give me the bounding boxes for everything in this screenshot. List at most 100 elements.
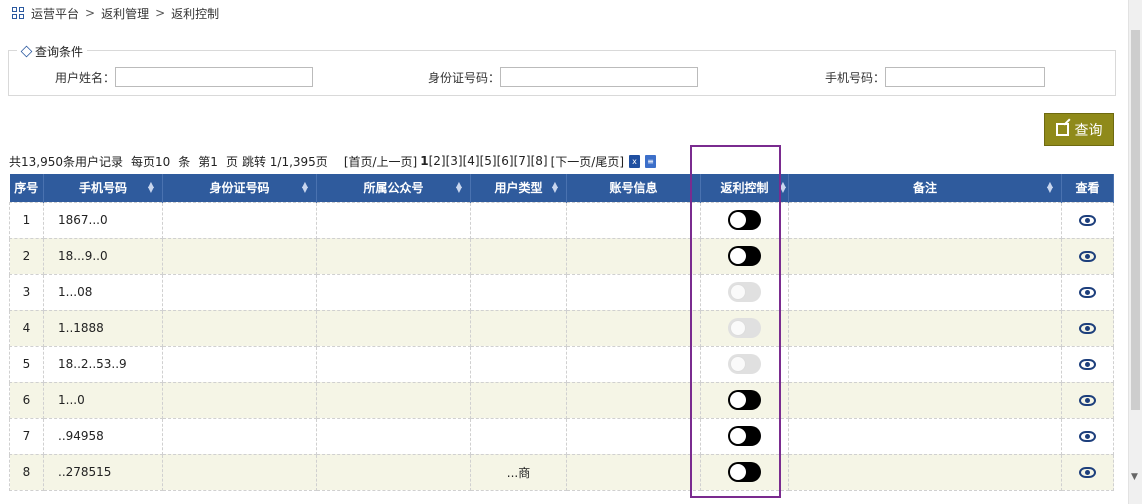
cell-note (788, 309, 1062, 347)
pager-next-last-link[interactable]: [下一页/尾页] (551, 153, 624, 170)
cell-phone: 18..2..53..9 (43, 345, 163, 383)
pager-per-page[interactable]: 每页10 (131, 153, 170, 170)
header-id-card[interactable]: 身份证号码 ▲ ▼ (162, 174, 317, 202)
id-card-label: 身份证号码： (427, 70, 500, 85)
breadcrumb-item-platform[interactable]: 运营平台 (31, 5, 79, 22)
cell-note (788, 273, 1062, 311)
pager-page-unit: 页 (225, 154, 238, 169)
scroll-down-icon[interactable]: ▼ (1131, 472, 1138, 482)
header-id-card-label: 身份证号码 (209, 181, 270, 196)
cell-id-card (162, 453, 317, 491)
cell-view (1061, 453, 1114, 491)
sort-icon[interactable]: ▲ ▼ (302, 181, 308, 194)
pager-jump[interactable]: 跳转 1/1,395页 (242, 153, 328, 170)
cell-no: 8 (9, 453, 44, 491)
pager-page-link[interactable]: 1 (420, 154, 428, 168)
cell-id-card (162, 273, 317, 311)
sort-icon[interactable]: ▲ ▼ (552, 181, 558, 194)
user-table: 序号 手机号码 ▲ ▼ 身份证号码 ▲ ▼ 所属公众号 ▲ ▼ 用户类型 ▲ ▼ 账号信息 返利… (9, 174, 1114, 491)
header-no: 序号 (9, 174, 44, 202)
header-user-type[interactable]: 用户类型 ▲ ▼ (470, 174, 567, 202)
vertical-scrollbar[interactable]: ▼ (1128, 0, 1142, 504)
cell-account-info[interactable] (566, 453, 701, 491)
query-legend-label: 查询条件 (35, 45, 84, 59)
header-view: 查看 (1061, 174, 1114, 202)
cell-note (788, 237, 1062, 275)
eye-icon[interactable] (1079, 431, 1096, 442)
cell-id-card (162, 201, 317, 239)
pager-total: 共13,950条用户记录 (9, 154, 123, 169)
scrollbar-thumb[interactable] (1131, 30, 1140, 410)
sort-icon[interactable]: ▲ ▼ (1047, 181, 1053, 194)
username-input[interactable] (115, 67, 313, 87)
cell-account-info[interactable] (566, 201, 701, 239)
sort-icon[interactable]: ▲ ▼ (456, 181, 462, 194)
eye-icon[interactable] (1079, 395, 1096, 406)
breadcrumb: 运营平台 > 返利管理 > 返利控制 (12, 5, 219, 21)
cell-account-info[interactable] (566, 309, 701, 347)
cell-account-info[interactable] (566, 237, 701, 275)
cell-id-card (162, 309, 317, 347)
header-account-label: 所属公众号 (363, 181, 424, 196)
cell-account-info[interactable] (566, 381, 701, 419)
pager-item-unit: 条 (178, 154, 191, 169)
table-body: 1 1867...0 2 18...9..0 3 1...08 4 1..1888 5 18..2… (9, 201, 1114, 491)
cell-account (316, 345, 471, 383)
cell-phone: ..278515 (43, 453, 163, 491)
table-header-row: 序号 手机号码 ▲ ▼ 身份证号码 ▲ ▼ 所属公众号 ▲ ▼ 用户类型 ▲ ▼ 账号信息 返利… (9, 174, 1114, 202)
pager-first-prev-link[interactable]: [首页/上一页] (344, 153, 417, 170)
pager-current-page: 第1 (198, 154, 218, 169)
cell-view (1061, 237, 1114, 275)
eye-icon[interactable] (1079, 251, 1096, 262)
header-phone[interactable]: 手机号码 ▲ ▼ (43, 174, 163, 202)
cell-user-type (470, 381, 567, 419)
id-card-input[interactable] (500, 67, 698, 87)
cell-no: 1 (9, 201, 44, 239)
table-row: 5 18..2..53..9 (9, 345, 1114, 383)
cell-user-type (470, 237, 567, 275)
eye-icon[interactable] (1079, 323, 1096, 334)
pager-page-link[interactable]: [2] (429, 154, 446, 168)
cell-view (1061, 201, 1114, 239)
edit-icon (1055, 123, 1069, 136)
pager-page-link[interactable]: [7] (514, 154, 531, 168)
pager-page-link[interactable]: [4] (463, 154, 480, 168)
header-view-label: 查看 (1075, 181, 1100, 196)
header-account[interactable]: 所属公众号 ▲ ▼ (316, 174, 471, 202)
cell-note (788, 201, 1062, 239)
username-label: 用户姓名： (54, 70, 115, 85)
header-account-info-label: 账号信息 (609, 181, 658, 196)
eye-icon[interactable] (1079, 359, 1096, 370)
sort-icon[interactable]: ▲ ▼ (148, 181, 154, 194)
pager-page-link[interactable]: [3] (446, 154, 463, 168)
eye-icon[interactable] (1079, 287, 1096, 298)
rebate-control-highlight (690, 145, 781, 498)
cell-view (1061, 417, 1114, 455)
header-phone-label: 手机号码 (78, 181, 127, 196)
eye-icon[interactable] (1079, 467, 1096, 478)
document-export-icon[interactable]: ≡ (645, 154, 657, 168)
breadcrumb-item-rebate-management[interactable]: 返利管理 (101, 5, 149, 22)
eye-icon[interactable] (1079, 215, 1096, 226)
cell-id-card (162, 381, 317, 419)
phone-label: 手机号码： (824, 70, 885, 85)
phone-input[interactable] (885, 67, 1045, 87)
header-note[interactable]: 备注 ▲ ▼ (788, 174, 1062, 202)
cell-view (1061, 273, 1114, 311)
breadcrumb-separator: > (85, 6, 96, 20)
cell-user-type (470, 273, 567, 311)
cell-account-info[interactable] (566, 273, 701, 311)
table-row: 8 ..278515 ...商 (9, 453, 1114, 491)
pager-page-link[interactable]: [5] (480, 154, 497, 168)
cell-view (1061, 309, 1114, 347)
pager-page-link[interactable]: [8] (531, 154, 548, 168)
cell-view (1061, 381, 1114, 419)
cell-account-info[interactable] (566, 417, 701, 455)
search-button[interactable]: 查询 (1044, 113, 1114, 146)
excel-export-icon[interactable]: x (629, 154, 641, 168)
cell-account (316, 453, 471, 491)
cell-account-info[interactable] (566, 345, 701, 383)
pager-page-link[interactable]: [6] (497, 154, 514, 168)
layers-icon (20, 45, 33, 58)
cell-phone: 1...0 (43, 381, 163, 419)
